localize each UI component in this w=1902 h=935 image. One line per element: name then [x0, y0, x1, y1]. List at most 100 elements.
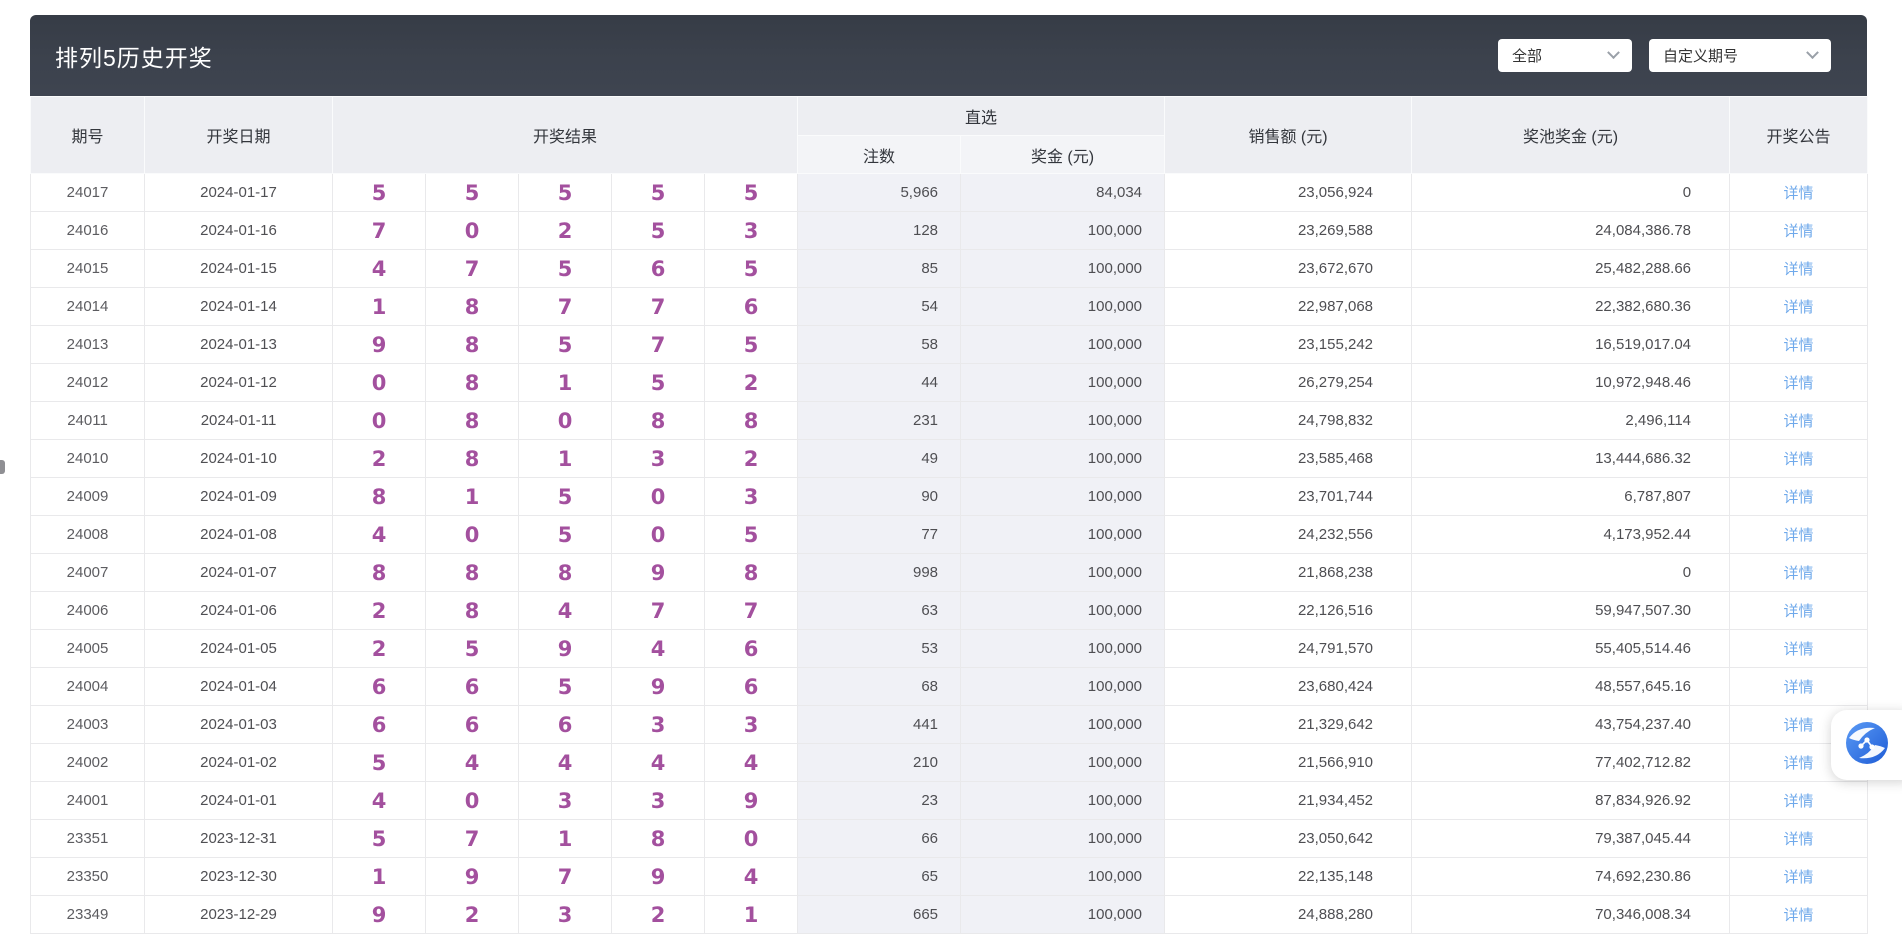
issue-range-dropdown[interactable]: 自定义期号: [1649, 39, 1831, 72]
issue-cell: 24006: [31, 592, 145, 630]
result-digit-cell: 4: [519, 592, 612, 630]
result-digit-cell: 5: [705, 326, 798, 364]
result-digit-cell: 8: [333, 478, 426, 516]
issue-cell: 24014: [31, 288, 145, 326]
prize-cell: 100,000: [961, 858, 1165, 896]
result-digit-cell: 5: [519, 478, 612, 516]
sales-cell: 21,329,642: [1165, 706, 1412, 744]
result-digit-cell: 5: [612, 212, 705, 250]
result-digit-cell: 5: [705, 174, 798, 212]
result-digit-cell: 5: [333, 174, 426, 212]
sales-cell: 21,934,452: [1165, 782, 1412, 820]
issue-cell: 24005: [31, 630, 145, 668]
table-row: 240072024-01-0788898998100,00021,868,238…: [31, 554, 1868, 592]
detail-link[interactable]: 详情: [1784, 603, 1814, 620]
detail-link[interactable]: 详情: [1784, 755, 1814, 772]
announcement-cell: 详情: [1730, 402, 1868, 440]
date-cell: 2024-01-06: [145, 592, 333, 630]
detail-link[interactable]: 详情: [1784, 869, 1814, 886]
announcement-cell: 详情: [1730, 516, 1868, 554]
date-cell: 2023-12-30: [145, 858, 333, 896]
sales-cell: 23,056,924: [1165, 174, 1412, 212]
result-digit-cell: 7: [519, 288, 612, 326]
date-cell: 2024-01-15: [145, 250, 333, 288]
result-digit-cell: 1: [426, 478, 519, 516]
bets-cell: 665: [798, 896, 961, 934]
detail-link[interactable]: 详情: [1784, 223, 1814, 240]
date-cell: 2024-01-16: [145, 212, 333, 250]
announcement-cell: 详情: [1730, 592, 1868, 630]
detail-link[interactable]: 详情: [1784, 337, 1814, 354]
table-row: 240062024-01-062847763100,00022,126,5165…: [31, 592, 1868, 630]
table-row: 240012024-01-014033923100,00021,934,4528…: [31, 782, 1868, 820]
result-digit-cell: 5: [333, 744, 426, 782]
detail-link[interactable]: 详情: [1784, 641, 1814, 658]
result-digit-cell: 6: [333, 668, 426, 706]
result-digit-cell: 3: [519, 896, 612, 934]
sales-cell: 22,126,516: [1165, 592, 1412, 630]
scope-dropdown[interactable]: 全部: [1498, 39, 1632, 72]
result-digit-cell: 7: [426, 250, 519, 288]
detail-link[interactable]: 详情: [1784, 831, 1814, 848]
prize-cell: 100,000: [961, 364, 1165, 402]
floating-assistant-button[interactable]: [1831, 710, 1902, 780]
detail-link[interactable]: 详情: [1784, 261, 1814, 278]
table-row: 233502023-12-301979465100,00022,135,1487…: [31, 858, 1868, 896]
sales-cell: 24,791,570: [1165, 630, 1412, 668]
sales-cell: 23,680,424: [1165, 668, 1412, 706]
result-digit-cell: 0: [426, 212, 519, 250]
announcement-cell: 详情: [1730, 288, 1868, 326]
table-row: 240132024-01-139857558100,00023,155,2421…: [31, 326, 1868, 364]
issue-cell: 24003: [31, 706, 145, 744]
sales-cell: 23,701,744: [1165, 478, 1412, 516]
issue-cell: 24004: [31, 668, 145, 706]
table-body: 240172024-01-17555555,96684,03423,056,92…: [31, 174, 1868, 934]
result-digit-cell: 0: [612, 516, 705, 554]
date-cell: 2024-01-04: [145, 668, 333, 706]
issue-cell: 24011: [31, 402, 145, 440]
detail-link[interactable]: 详情: [1784, 413, 1814, 430]
announcement-cell: 详情: [1730, 326, 1868, 364]
issue-cell: 24013: [31, 326, 145, 364]
bets-cell: 23: [798, 782, 961, 820]
bets-cell: 77: [798, 516, 961, 554]
issue-cell: 23350: [31, 858, 145, 896]
prize-cell: 100,000: [961, 402, 1165, 440]
date-cell: 2024-01-11: [145, 402, 333, 440]
detail-link[interactable]: 详情: [1784, 793, 1814, 810]
detail-link[interactable]: 详情: [1784, 565, 1814, 582]
prize-cell: 100,000: [961, 478, 1165, 516]
prize-cell: 100,000: [961, 668, 1165, 706]
issue-cell: 23349: [31, 896, 145, 934]
result-digit-cell: 7: [612, 592, 705, 630]
bets-cell: 90: [798, 478, 961, 516]
filter-controls: 全部 自定义期号: [1498, 39, 1831, 72]
detail-link[interactable]: 详情: [1784, 717, 1814, 734]
detail-link[interactable]: 详情: [1784, 299, 1814, 316]
detail-link[interactable]: 详情: [1784, 489, 1814, 506]
result-digit-cell: 2: [612, 896, 705, 934]
detail-link[interactable]: 详情: [1784, 185, 1814, 202]
table-row: 240052024-01-052594653100,00024,791,5705…: [31, 630, 1868, 668]
detail-link[interactable]: 详情: [1784, 375, 1814, 392]
announcement-cell: 详情: [1730, 896, 1868, 934]
sales-cell: 23,585,468: [1165, 440, 1412, 478]
detail-link[interactable]: 详情: [1784, 679, 1814, 696]
bets-cell: 54: [798, 288, 961, 326]
detail-link[interactable]: 详情: [1784, 451, 1814, 468]
result-digit-cell: 1: [519, 364, 612, 402]
col-header-date: 开奖日期: [145, 97, 333, 174]
announcement-cell: 详情: [1730, 820, 1868, 858]
page-title: 排列5历史开奖: [55, 39, 213, 73]
result-digit-cell: 4: [333, 250, 426, 288]
sales-cell: 24,798,832: [1165, 402, 1412, 440]
result-digit-cell: 0: [612, 478, 705, 516]
detail-link[interactable]: 详情: [1784, 527, 1814, 544]
bets-cell: 998: [798, 554, 961, 592]
result-digit-cell: 7: [612, 326, 705, 364]
detail-link[interactable]: 详情: [1784, 907, 1814, 924]
result-digit-cell: 4: [333, 782, 426, 820]
result-digit-cell: 9: [612, 858, 705, 896]
pool-cell: 43,754,237.40: [1412, 706, 1730, 744]
chevron-down-icon: [1806, 46, 1819, 59]
